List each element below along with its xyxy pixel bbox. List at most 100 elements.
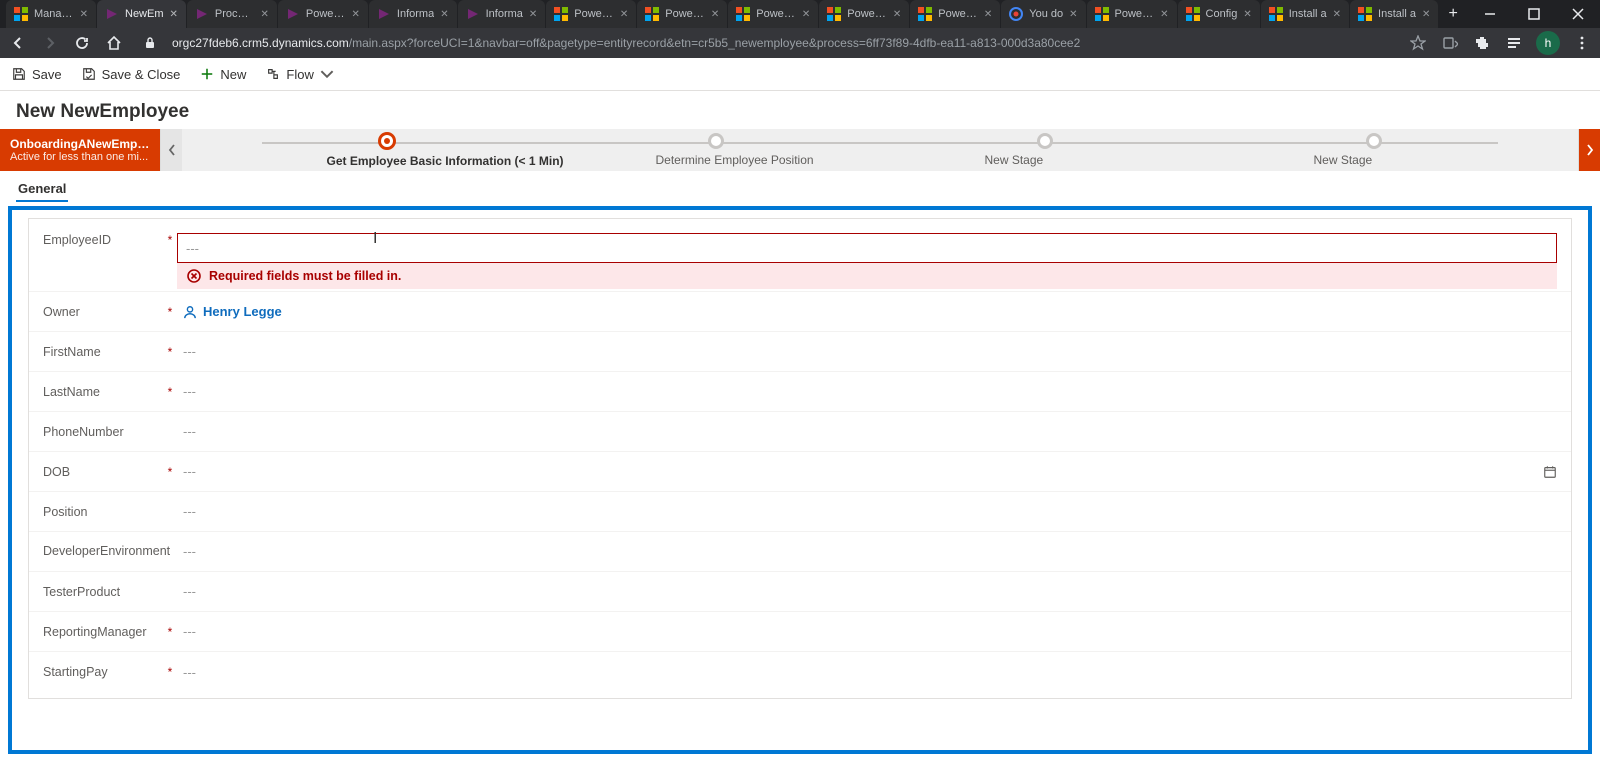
browser-tab[interactable]: Install a ✕ (1261, 0, 1349, 28)
browser-tab[interactable]: Power F ✕ (728, 0, 818, 28)
bpf-process-tag[interactable]: OnboardingANewEmplo... Active for less t… (0, 129, 160, 171)
browser-tab[interactable]: Power F✕ (637, 0, 727, 28)
close-icon[interactable]: ✕ (802, 9, 810, 20)
window-maximize-button[interactable] (1512, 0, 1556, 28)
bpf-stage-3[interactable]: New Stage (1209, 133, 1538, 167)
close-icon[interactable]: ✕ (1160, 9, 1168, 20)
profile-button[interactable]: h (1536, 31, 1560, 55)
tab-title: Config (1206, 8, 1238, 20)
tab-general[interactable]: General (16, 177, 68, 202)
close-icon[interactable]: ✕ (984, 9, 992, 20)
close-icon[interactable]: ✕ (261, 9, 269, 20)
reading-list-icon[interactable] (1504, 35, 1524, 51)
tab-title: Process (215, 8, 255, 20)
browser-tabstrip: Manage✕NewEm✕Process✕Power A✕Informa✕Inf… (0, 0, 1600, 28)
browser-tab[interactable]: Config ✕ (1178, 0, 1260, 28)
extensions-icon[interactable] (1472, 35, 1492, 51)
send-tab-icon[interactable] (1440, 35, 1460, 51)
window-close-button[interactable] (1556, 0, 1600, 28)
tab-title: Power F (847, 8, 887, 20)
tab-title: Power F (756, 8, 796, 20)
browser-tab[interactable]: Process ✕ (187, 0, 277, 28)
bpf-stage-0[interactable]: Get Employee Basic Information (< 1 Min) (222, 132, 551, 168)
close-icon[interactable]: ✕ (620, 9, 628, 20)
field-row-dob: DOB * --- (29, 452, 1571, 492)
browser-tab[interactable]: You do✕ (1001, 0, 1085, 28)
field-label: ReportingManager (43, 625, 163, 639)
position-input[interactable]: --- (177, 504, 1557, 519)
field-label: DOB (43, 465, 163, 479)
star-icon[interactable] (1408, 35, 1428, 51)
bpf-stage-2[interactable]: New Stage (880, 133, 1209, 167)
tab-favicon (286, 7, 300, 21)
close-icon[interactable]: ✕ (893, 9, 901, 20)
lastname-input[interactable]: --- (177, 384, 1557, 399)
flow-label: Flow (286, 67, 313, 82)
home-button[interactable] (104, 35, 124, 51)
browser-tab[interactable]: NewEm✕ (97, 0, 186, 28)
tab-favicon (105, 7, 119, 21)
close-icon[interactable]: ✕ (1243, 9, 1251, 20)
close-icon[interactable]: ✕ (352, 9, 360, 20)
tab-favicon (645, 7, 659, 21)
browser-tab[interactable]: Power F✕ (910, 0, 1000, 28)
bpf-stage-label: Determine Employee Position (656, 153, 776, 167)
browser-tab[interactable]: Informa✕ (369, 0, 457, 28)
chevron-down-icon (320, 67, 334, 81)
close-icon[interactable]: ✕ (1069, 9, 1077, 20)
browser-tab[interactable]: Power F✕ (546, 0, 636, 28)
bpf-next-arrow[interactable] (1578, 129, 1600, 171)
firstname-input[interactable]: --- (177, 344, 1557, 359)
window-minimize-button[interactable] (1468, 0, 1512, 28)
browser-tab[interactable]: Power F✕ (1087, 0, 1177, 28)
field-placeholder: --- (186, 241, 199, 256)
tab-favicon (466, 7, 480, 21)
calendar-icon[interactable] (1543, 465, 1557, 479)
save-button[interactable]: Save (12, 67, 62, 82)
browser-toolbar: orgc27fdeb6.crm5.dynamics.com/main.aspx?… (0, 28, 1600, 58)
back-button[interactable] (8, 35, 28, 51)
tab-title: Install a (1378, 8, 1416, 20)
browser-tab[interactable]: Power F ✕ (819, 0, 909, 28)
bpf-prev-arrow[interactable] (160, 129, 182, 171)
testerprod-input[interactable]: --- (177, 584, 1557, 599)
employeeid-input[interactable]: --- I (177, 233, 1557, 263)
address-bar[interactable]: orgc27fdeb6.crm5.dynamics.com/main.aspx?… (172, 36, 1396, 50)
browser-tab[interactable]: Power A✕ (278, 0, 368, 28)
close-icon[interactable]: ✕ (170, 9, 178, 20)
close-icon[interactable]: ✕ (711, 9, 719, 20)
close-icon[interactable]: ✕ (80, 9, 88, 20)
chrome-menu-icon[interactable] (1572, 36, 1592, 50)
phone-input[interactable]: --- (177, 424, 1557, 439)
close-icon[interactable]: ✕ (1333, 9, 1341, 20)
owner-lookup[interactable]: Henry Legge (177, 304, 1557, 319)
startingpay-input[interactable]: --- (177, 665, 1557, 680)
dob-input[interactable]: --- (177, 464, 1557, 479)
business-process-flow: OnboardingANewEmplo... Active for less t… (0, 129, 1600, 171)
field-label: PhoneNumber (43, 425, 163, 439)
dynamics-app: Save Save & Close New Flow New NewEmploy… (0, 58, 1600, 762)
close-icon[interactable]: ✕ (529, 9, 537, 20)
bpf-stage-dot (708, 133, 724, 149)
bpf-stage-label: New Stage (985, 153, 1105, 167)
close-icon[interactable]: ✕ (440, 9, 448, 20)
bpf-process-name: OnboardingANewEmplo... (10, 137, 150, 151)
close-icon[interactable]: ✕ (1422, 9, 1430, 20)
new-button[interactable]: New (200, 67, 246, 82)
save-close-button[interactable]: Save & Close (82, 67, 181, 82)
flow-button[interactable]: Flow (266, 67, 333, 82)
bpf-stage-1[interactable]: Determine Employee Position (551, 133, 880, 167)
save-label: Save (32, 67, 62, 82)
forward-button[interactable] (40, 35, 60, 51)
browser-tab[interactable]: Install a ✕ (1350, 0, 1438, 28)
tab-title: Install a (1289, 8, 1327, 20)
devenv-input[interactable]: --- (177, 544, 1557, 559)
reload-button[interactable] (72, 35, 92, 51)
browser-tab[interactable]: Informa✕ (458, 0, 546, 28)
manager-input[interactable]: --- (177, 624, 1557, 639)
tab-favicon (827, 7, 841, 21)
browser-tab[interactable]: Manage✕ (6, 0, 96, 28)
new-tab-button[interactable]: + (1439, 0, 1467, 28)
field-label: LastName (43, 385, 163, 399)
field-row-phone: PhoneNumber --- (29, 412, 1571, 452)
